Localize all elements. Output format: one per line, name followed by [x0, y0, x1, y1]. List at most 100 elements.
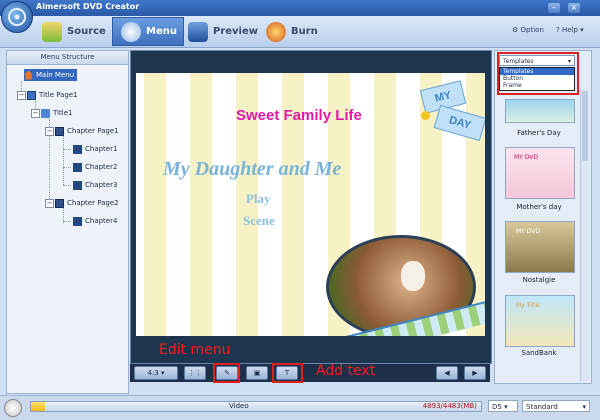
stripe — [190, 73, 212, 336]
burn-icon — [266, 21, 286, 42]
aspect-value: 4:3 — [147, 369, 159, 377]
option-label: Option — [520, 26, 544, 34]
chapter-icon — [73, 162, 82, 172]
chapter-icon — [73, 216, 82, 226]
tree-line — [63, 135, 64, 185]
tree-item-label: Chapter Page1 — [67, 127, 119, 135]
aspect-ratio-select[interactable]: 4:3 ▾ — [134, 366, 178, 380]
tab-preview-label: Preview — [212, 26, 258, 37]
menu-subtitle-text[interactable]: My Daughter and Me — [163, 158, 341, 181]
template-thumb-mothers-day[interactable]: MY DVD — [505, 147, 575, 199]
expand-toggle[interactable]: − — [17, 91, 26, 100]
template-thumb-fathers-day[interactable] — [505, 99, 575, 123]
source-icon — [42, 21, 62, 42]
tree-item-label: Chapter Page2 — [67, 199, 119, 207]
disc-icon — [4, 399, 22, 417]
tree-item-label: Main Menu — [36, 71, 75, 79]
chevron-down-icon: ▾ — [582, 403, 586, 411]
tab-source[interactable]: Source — [42, 17, 112, 46]
status-bar: Video 4893/4483(MB) D5 ▾ Standard ▾ — [0, 395, 600, 420]
tree-item-title-page1[interactable]: Title Page1 — [27, 89, 78, 101]
folder-icon — [41, 108, 50, 118]
dropdown-highlight — [497, 52, 579, 95]
expand-toggle[interactable]: − — [45, 127, 54, 136]
next-page-button[interactable]: ▶ — [464, 366, 486, 380]
capacity-label: Video — [229, 402, 249, 410]
home-icon — [24, 70, 33, 80]
chapter-icon — [73, 180, 82, 190]
edit-menu-highlight — [213, 363, 240, 383]
close-button[interactable]: × — [568, 3, 580, 13]
template-thumb-sandbank[interactable]: My Title — [505, 295, 575, 347]
help-button[interactable]: ? Help ▾ — [556, 26, 584, 34]
tree-item-chapter1[interactable]: Chapter1 — [73, 143, 117, 155]
template-label: SandBank — [521, 349, 557, 357]
tab-burn-label: Burn — [291, 26, 318, 37]
tree-item-chapter4[interactable]: Chapter4 — [73, 215, 117, 227]
option-button[interactable]: ⚙ Option — [512, 26, 544, 34]
thumb-text: MY DVD — [516, 228, 540, 235]
chapter-icon — [73, 144, 82, 154]
template-label: Mother's day — [516, 203, 562, 211]
template-thumb-nostalgie[interactable]: MY DVD — [505, 221, 575, 273]
tab-menu-label: Menu — [146, 26, 177, 37]
tree-item-chapter-page2[interactable]: Chapter Page2 — [55, 197, 119, 209]
disc-type-select[interactable]: D5 ▾ — [488, 400, 518, 412]
menu-canvas[interactable]: Sweet Family Life My Daughter and Me Pla… — [136, 73, 485, 336]
tab-preview[interactable]: Preview — [188, 17, 258, 46]
tree-item-chapter-page1[interactable]: Chapter Page1 — [55, 125, 119, 137]
title-bar: Aimersoft DVD Creator – × — [0, 0, 600, 16]
minimize-button[interactable]: – — [548, 3, 560, 13]
tree-line — [63, 149, 71, 150]
film-icon — [55, 198, 64, 208]
app-logo-icon — [1, 1, 33, 33]
menu-structure-panel: Menu Structure Main Menu − Title Page1 −… — [6, 50, 129, 394]
thumb-text: MY DVD — [514, 154, 538, 161]
edit-menu-annotation: Edit menu — [159, 342, 231, 358]
template-label: Father's Day — [517, 129, 561, 137]
tab-source-label: Source — [67, 26, 106, 37]
preview-controls: 4:3 ▾ ⋮⋮ ✎ ▣ T ◀ ▶ — [130, 364, 490, 382]
tree-item-label: Chapter2 — [85, 163, 118, 171]
expand-toggle[interactable]: − — [31, 109, 40, 118]
quality-value: Standard — [526, 403, 558, 411]
preview-icon — [188, 21, 208, 42]
previous-page-button[interactable]: ◀ — [436, 366, 458, 380]
tree-item-main-menu[interactable]: Main Menu — [24, 69, 78, 81]
menu-preview-frame: Sweet Family Life My Daughter and Me Pla… — [130, 50, 492, 364]
stripe — [144, 73, 166, 336]
scrollbar-thumb[interactable] — [582, 91, 588, 161]
capacity-fill — [31, 402, 45, 411]
scene-button-text[interactable]: Scene — [243, 213, 275, 229]
film-icon — [55, 126, 64, 136]
tree-item-chapter2[interactable]: Chapter2 — [73, 161, 117, 173]
help-label: Help — [561, 26, 578, 34]
templates-scrollbar[interactable] — [580, 89, 589, 381]
tree-item-label: Chapter3 — [85, 181, 118, 189]
play-button-text[interactable]: Play — [246, 191, 271, 207]
tab-menu[interactable]: Menu — [112, 17, 184, 46]
capacity-value: 4893/4483(MB) — [422, 402, 477, 410]
templates-panel: Templates ▾ Templates Button Frame Fathe… — [494, 50, 592, 384]
tree-item-label: Chapter1 — [85, 145, 118, 153]
tree-item-chapter3[interactable]: Chapter3 — [73, 179, 117, 191]
quality-select[interactable]: Standard ▾ — [522, 400, 590, 412]
menu-icon — [121, 21, 141, 42]
expand-toggle[interactable]: − — [45, 199, 54, 208]
flower-icon — [421, 111, 430, 120]
capacity-bar: Video 4893/4483(MB) — [30, 401, 482, 412]
grid-button[interactable]: ⋮⋮ — [184, 366, 206, 380]
tree-item-label: Title Page1 — [39, 91, 78, 99]
tree-item-title1[interactable]: Title1 — [41, 107, 72, 119]
add-button-button[interactable]: ▣ — [246, 366, 268, 380]
main-toolbar: Source Menu Preview Burn ⚙ Option ? Help… — [0, 16, 600, 48]
menu-structure-title: Menu Structure — [7, 51, 128, 65]
thumb-text: My Title — [516, 302, 540, 309]
dog-figure — [401, 261, 425, 291]
add-text-highlight — [272, 363, 303, 383]
tab-burn[interactable]: Burn — [266, 17, 326, 46]
template-label: Nostalgie — [522, 276, 556, 284]
tree-line — [63, 167, 71, 168]
tree-item-label: Chapter4 — [85, 217, 118, 225]
menu-title-text[interactable]: Sweet Family Life — [236, 107, 362, 124]
